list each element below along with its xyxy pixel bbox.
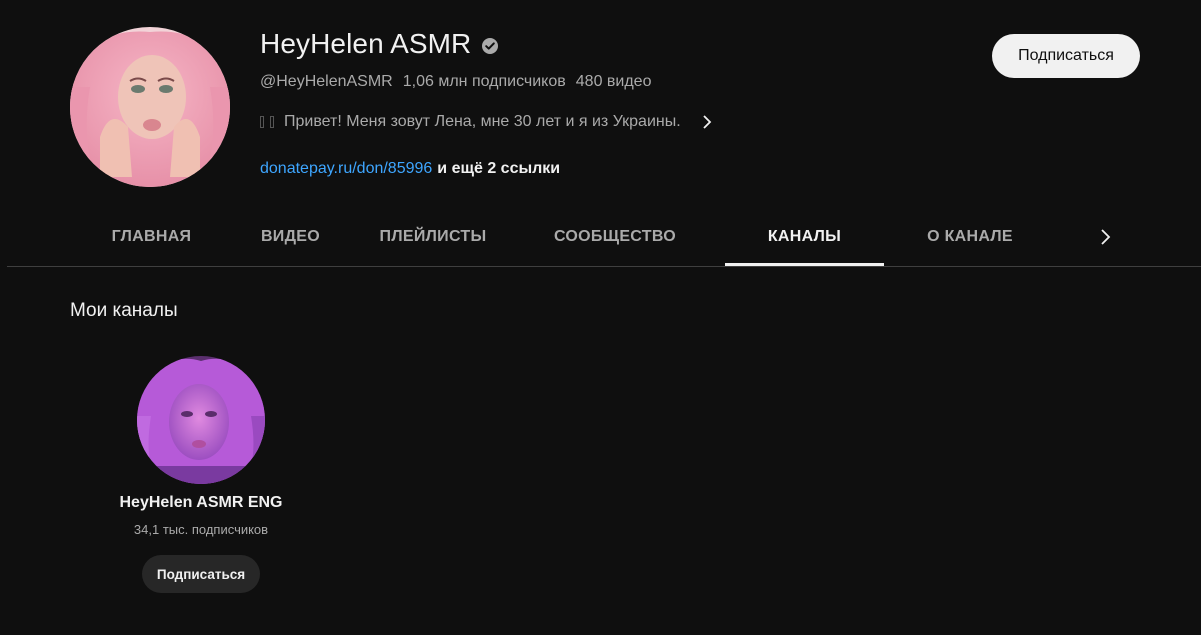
tab-home[interactable]: ГЛАВНАЯ: [70, 208, 233, 266]
channel-name: HeyHelen ASMR: [260, 28, 472, 59]
tab-playlists[interactable]: ПЛЕЙЛИСТЫ: [358, 208, 508, 266]
channel-card-subscribers: 34,1 тыс. подписчиков: [133, 522, 269, 537]
tabs-scroll-right-icon[interactable]: [1094, 226, 1116, 248]
section-title: Мои каналы: [70, 300, 178, 321]
chevron-right-icon: [697, 112, 717, 132]
avatar-image: [137, 356, 265, 484]
channel-card[interactable]: HeyHelen ASMR ENG 34,1 тыс. подписчиков …: [101, 356, 301, 593]
tab-community[interactable]: СООБЩЕСТВО: [530, 208, 700, 266]
avatar-image: [70, 27, 230, 187]
description-text: Привет! Меня зовут Лена, мне 30 лет и я …: [284, 113, 681, 130]
tab-channels[interactable]: КАНАЛЫ: [725, 208, 884, 266]
channel-card-name[interactable]: HeyHelen ASMR ENG: [120, 494, 283, 512]
channel-card-subscribe-button[interactable]: Подписаться: [141, 555, 261, 593]
subscribe-button[interactable]: Подписаться: [992, 34, 1140, 78]
subscriber-count: 1,06 млн подписчиков: [402, 73, 566, 90]
channel-avatar[interactable]: [70, 27, 230, 187]
missing-glyph-icon: [260, 116, 264, 128]
channel-tabs: ГЛАВНАЯ ВИДЕО ПЛЕЙЛИСТЫ СООБЩЕСТВО КАНАЛ…: [70, 208, 1040, 266]
channel-description[interactable]: Привет! Меня зовут Лена, мне 30 лет и я …: [260, 112, 717, 132]
missing-glyph-icon: [270, 116, 274, 128]
channel-title-row: HeyHelen ASMR: [260, 28, 499, 60]
channel-links: donatepay.ru/don/85996 и ещё 2 ссылки: [260, 160, 560, 178]
tab-videos[interactable]: ВИДЕО: [238, 208, 343, 266]
verified-check-icon: [481, 37, 499, 55]
channel-page: HeyHelen ASMR @HeyHelenASMR 1,06 млн под…: [0, 0, 1201, 635]
channel-meta: @HeyHelenASMR 1,06 млн подписчиков 480 в…: [260, 73, 651, 91]
video-count: 480 видео: [575, 73, 652, 90]
channel-handle: @HeyHelenASMR: [260, 73, 393, 90]
more-links[interactable]: и ещё 2 ссылки: [437, 160, 560, 178]
channel-card-avatar[interactable]: [137, 356, 265, 484]
tabs-divider: [7, 266, 1201, 267]
donate-link[interactable]: donatepay.ru/don/85996: [260, 160, 432, 178]
tab-about[interactable]: О КАНАЛЕ: [900, 208, 1040, 266]
